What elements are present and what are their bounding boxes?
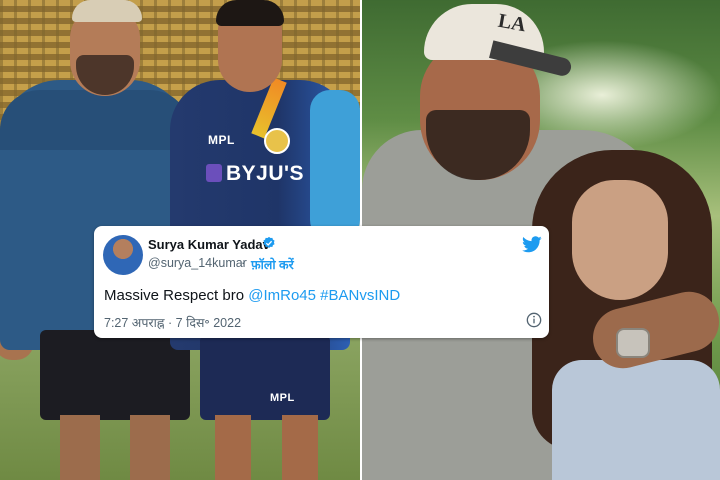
cap-la-logo: LA [496,9,528,37]
person-left-cap [72,0,142,22]
shorts-mpl-logo: MPL [270,392,295,404]
bcci-crest-icon [264,128,290,154]
woman-face [572,180,668,300]
tweet-author-handle[interactable]: @surya_14kumar [148,256,247,270]
person-left-shorts [40,330,190,420]
wristwatch-icon [616,328,650,358]
info-icon[interactable] [526,312,542,328]
person-center-shorts [200,335,330,420]
handle-separator: · [241,256,246,270]
twitter-bird-icon[interactable] [522,236,542,253]
avatar[interactable] [103,235,143,275]
jersey-sponsor-text: BYJU'S [206,162,304,186]
follow-link[interactable]: फ़ॉलो करें [251,256,294,273]
tweet-text: Massive Respect bro @ImRo45 #BANvsIND [104,287,401,304]
embedded-tweet-card[interactable]: Surya Kumar Yadav @surya_14kumar · फ़ॉलो… [94,226,549,338]
tweet-mention-link[interactable]: @ImRo45 [248,287,316,304]
tweet-hashtag-link[interactable]: #BANvsIND [320,287,400,304]
tweet-timestamp[interactable]: 7:27 अपराह्न · 7 दिस॰ 2022 [104,314,241,331]
verified-badge-icon [263,236,275,248]
jersey-mpl-logo: MPL [208,133,235,147]
sponsor-logo-icon [206,164,222,182]
woman-top [552,360,720,480]
tweet-author-name[interactable]: Surya Kumar Yadav [148,237,270,252]
